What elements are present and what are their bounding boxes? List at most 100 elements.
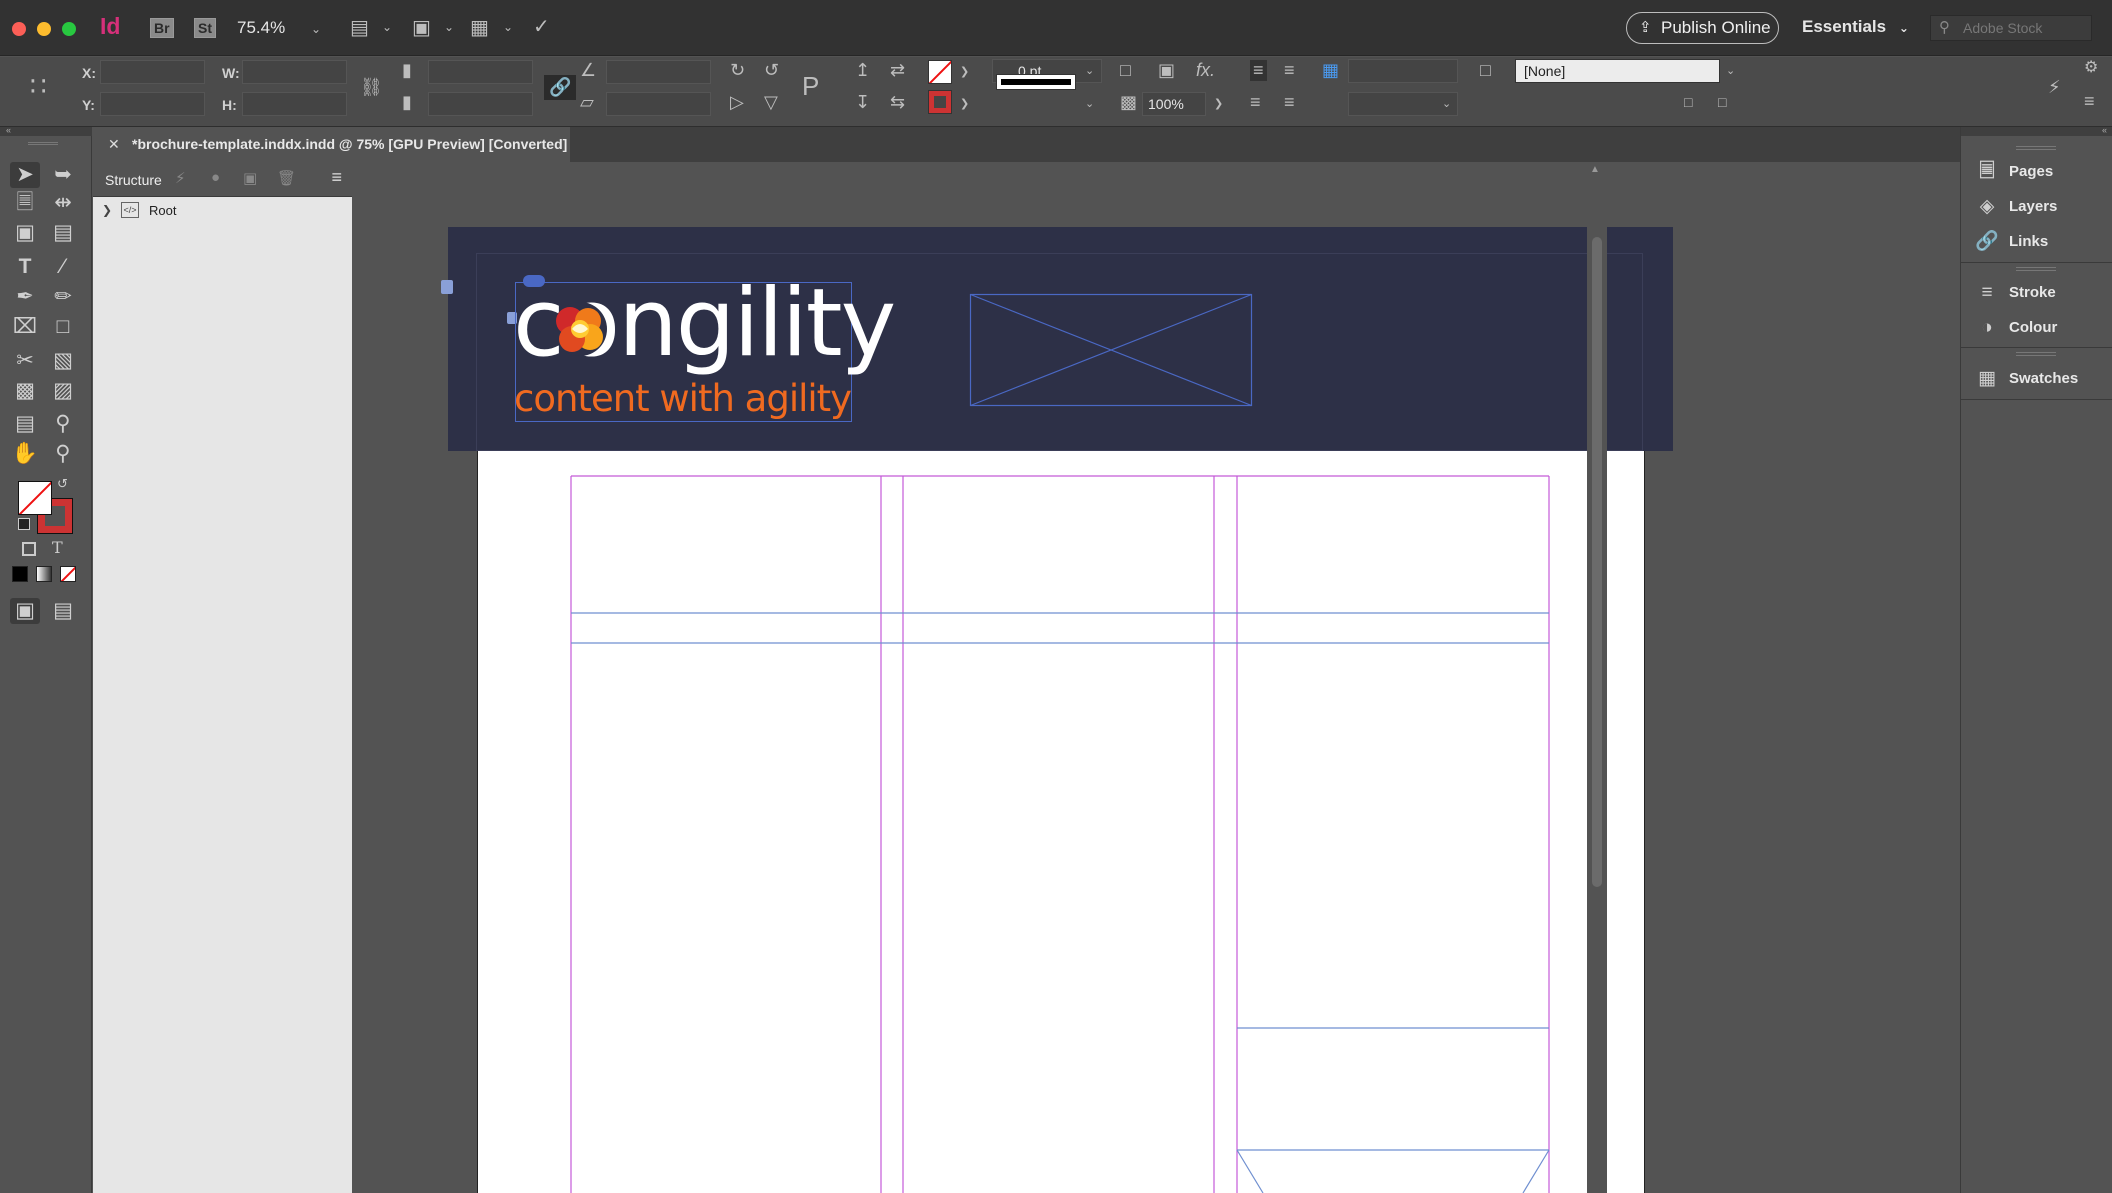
vertical-scrollbar[interactable]: ▲ (1587, 162, 1607, 1193)
select-next-icon[interactable]: ⇆ (890, 92, 905, 113)
arrange-chevron-icon[interactable]: ⌄ (503, 20, 513, 34)
panel-stroke[interactable]: ≡ Stroke (1961, 275, 2112, 310)
page-tool-icon[interactable]: 🗏 (10, 190, 40, 216)
stroke-weight-chevron-icon[interactable]: ⌄ (1085, 64, 1094, 77)
new-element-icon[interactable]: ▣ (243, 169, 257, 187)
selection-tool-icon[interactable]: ➤ (10, 162, 40, 188)
width-field[interactable] (242, 60, 347, 84)
arrange-documents-icon[interactable]: ▦ (470, 15, 489, 40)
delete-element-icon[interactable]: 🗑 (277, 169, 296, 187)
fill-color-box[interactable] (18, 481, 52, 515)
stroke-menu-icon[interactable]: ❯ (960, 97, 969, 110)
apply-color-icon[interactable] (12, 566, 28, 582)
content-placer-tool-icon[interactable]: ▤ (48, 220, 78, 246)
gradient-feather-tool-icon[interactable]: ▨ (48, 378, 78, 404)
note-tool-icon[interactable]: ▤ (10, 411, 40, 437)
zoom-window-button[interactable] (62, 22, 76, 36)
publish-online-button[interactable]: ⇪ Publish Online (1626, 12, 1779, 44)
scroll-up-icon[interactable]: ▲ (1590, 164, 1600, 175)
scroll-thumb[interactable] (1592, 237, 1602, 887)
structure-menu-icon[interactable]: ≡ (331, 167, 342, 188)
type-tool-icon[interactable]: T (10, 254, 40, 280)
direct-selection-tool-icon[interactable]: ➥ (48, 162, 78, 188)
lock-icon[interactable] (441, 280, 453, 294)
scissors-tool-icon[interactable]: ✂ (10, 348, 40, 374)
stroke-type-sample[interactable] (996, 74, 1076, 90)
stock-button[interactable]: St (194, 18, 216, 38)
gap-tool-icon[interactable]: ⇹ (48, 190, 78, 216)
select-content-icon[interactable]: ↧ (855, 92, 870, 113)
frame-field-a[interactable] (1348, 59, 1458, 83)
dock-grip-1[interactable] (2016, 146, 2056, 150)
formatting-container-icon[interactable] (22, 542, 36, 556)
constrain-scale-icon[interactable]: 🔗 (544, 75, 577, 100)
rectangle-frame-tool-icon[interactable]: ⌧ (10, 314, 40, 340)
panel-links[interactable]: 🔗 Links (1961, 224, 2112, 259)
validate-icon[interactable]: ⚡ (175, 169, 186, 187)
y-position-field[interactable] (100, 92, 205, 116)
swap-fill-stroke-icon[interactable]: ↺ (57, 476, 68, 492)
flip-horizontal-icon[interactable]: ▷ (730, 92, 744, 113)
expand-chevron-icon[interactable]: ❯ (102, 203, 112, 217)
height-field[interactable] (242, 92, 347, 116)
x-position-field[interactable] (100, 60, 205, 84)
drop-shadow-icon[interactable]: ▣ (1158, 60, 1175, 81)
zoom-level[interactable]: 75.4% (237, 18, 285, 38)
panel-swatches[interactable]: ▦ Swatches (1961, 361, 2112, 396)
expand-panels-icon[interactable]: « (2102, 125, 2107, 135)
free-transform-tool-icon[interactable]: ▧ (48, 348, 78, 374)
add-attribute-icon[interactable]: ● (211, 169, 220, 186)
text-wrap-none-icon[interactable]: ≡ (1250, 60, 1267, 81)
rectangle-tool-icon[interactable]: □ (48, 314, 78, 340)
apply-gradient-icon[interactable] (36, 566, 52, 582)
rotation-field[interactable] (606, 60, 711, 84)
normal-view-mode-icon[interactable]: ▣ (10, 598, 40, 624)
close-window-button[interactable] (12, 22, 26, 36)
formatting-text-icon[interactable]: T (52, 538, 63, 557)
select-container-icon[interactable]: ↥ (855, 60, 870, 81)
control-settings-gear-icon[interactable]: ⚙ (2084, 57, 2098, 77)
rotate-clockwise-icon[interactable]: ↻ (730, 60, 745, 81)
rotate-counterclockwise-icon[interactable]: ↺ (764, 60, 779, 81)
scale-x-field[interactable] (428, 60, 533, 84)
pencil-tool-icon[interactable]: ✏ (48, 284, 78, 310)
fill-menu-icon[interactable]: ❯ (960, 65, 969, 78)
quick-apply-icon[interactable]: ⚡ (2048, 77, 2061, 98)
apply-none-icon[interactable] (60, 566, 76, 582)
fill-none-swatch[interactable] (928, 60, 952, 84)
dock-grip-3[interactable] (2016, 352, 2056, 356)
bridge-button[interactable]: Br (150, 18, 174, 38)
view-options-chevron-icon[interactable]: ⌄ (382, 20, 392, 34)
hand-tool-icon[interactable]: ✋ (10, 441, 40, 467)
select-previous-icon[interactable]: ⇄ (890, 60, 905, 81)
pen-tool-icon[interactable]: ✒ (10, 284, 40, 310)
close-tab-icon[interactable]: ✕ (108, 127, 120, 162)
object-style-chevron-icon[interactable]: ⌄ (1726, 64, 1735, 77)
redefine-style-icon[interactable]: □ (1718, 94, 1726, 110)
gradient-swatch-tool-icon[interactable]: ▩ (10, 378, 40, 404)
line-tool-icon[interactable]: ∕ (48, 254, 78, 280)
frame-field-chevron-icon[interactable]: ⌄ (1442, 97, 1451, 110)
zoom-tool-icon[interactable]: ⚲ (48, 441, 78, 467)
dock-grip-2[interactable] (2016, 267, 2056, 271)
adobe-stock-search[interactable]: ⚲ Adobe Stock (1930, 15, 2092, 41)
constrain-proportions-icon[interactable]: ⛓ (360, 77, 383, 98)
panel-colour[interactable]: ◑ Colour (1961, 310, 2112, 345)
object-style-select[interactable]: [None] (1515, 59, 1720, 83)
control-panel-menu-icon[interactable]: ≡ (2084, 91, 2095, 112)
stroke-color-swatch[interactable] (928, 90, 952, 114)
default-fill-stroke-icon[interactable] (18, 518, 30, 530)
tree-row-root[interactable]: ❯ </> Root (93, 198, 352, 224)
frame-fitting-icon[interactable]: □ (1120, 60, 1131, 81)
workspace-switcher[interactable]: Essentials ⌄ (1802, 17, 1909, 37)
screen-mode-icon[interactable]: ▣ (412, 15, 431, 40)
shear-field[interactable] (606, 92, 711, 116)
screen-mode-chevron-icon[interactable]: ⌄ (444, 20, 454, 34)
effects-icon[interactable]: fx. (1196, 60, 1215, 81)
document-tab[interactable]: ✕ *brochure-template.inddx.indd @ 75% [G… (92, 127, 570, 162)
panel-layers[interactable]: ◈ Layers (1961, 189, 2112, 224)
stroke-type-chevron-icon[interactable]: ⌄ (1085, 97, 1094, 110)
gpu-performance-icon[interactable]: ✓ (533, 14, 550, 39)
eyedropper-tool-icon[interactable]: ⚲ (48, 411, 78, 437)
minimize-window-button[interactable] (37, 22, 51, 36)
